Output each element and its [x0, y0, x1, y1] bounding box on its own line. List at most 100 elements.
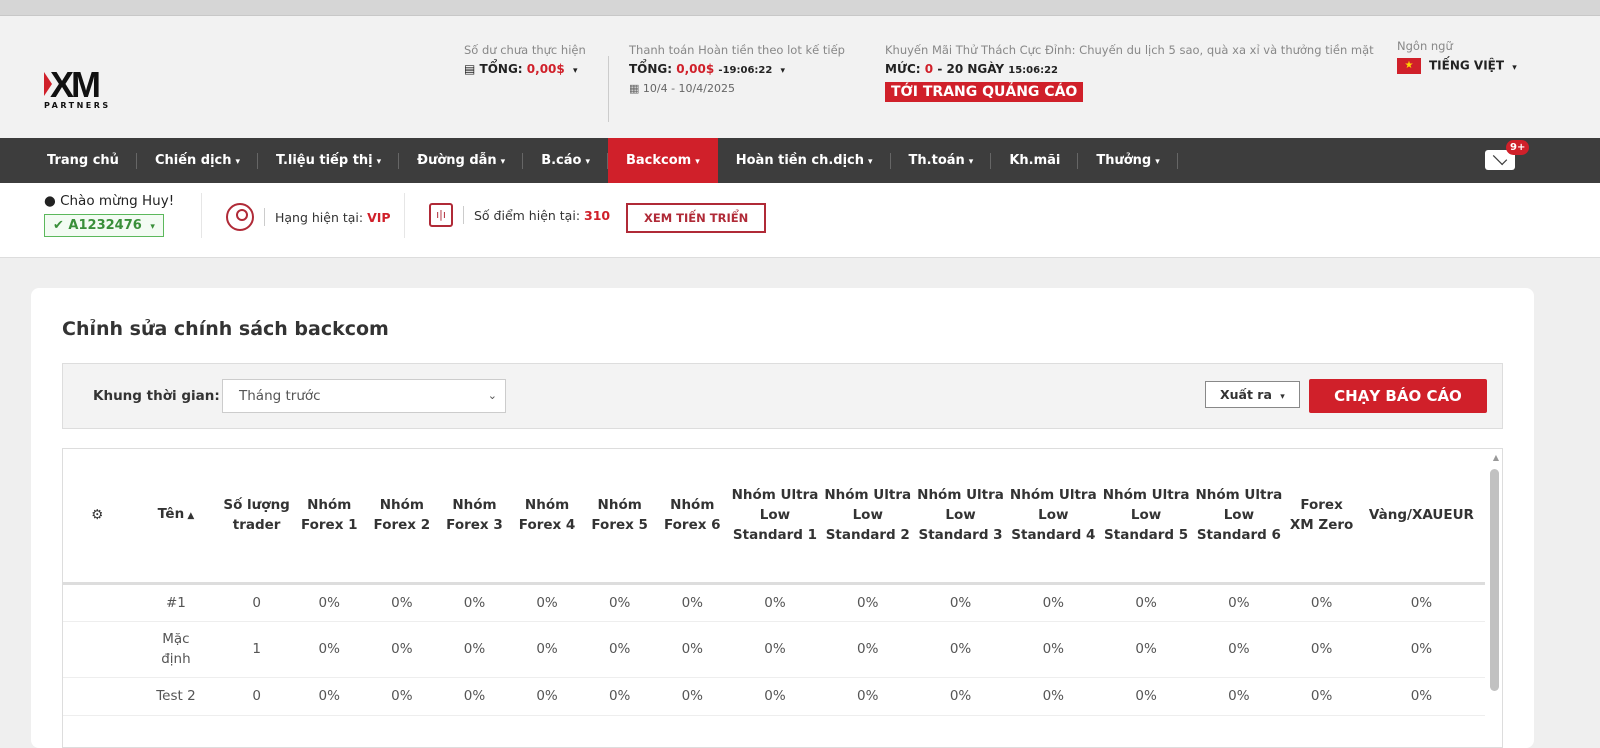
- table-cell: 0%: [914, 677, 1007, 716]
- nav-reports[interactable]: B.cáo ▾: [523, 138, 608, 183]
- table-cell: 0%: [583, 621, 656, 678]
- nav-home[interactable]: Trang chủ: [0, 138, 137, 183]
- time-frame-select[interactable]: Tháng trước ⌄: [222, 379, 506, 413]
- table-cell: 0%: [1285, 583, 1358, 622]
- column-header: Nhóm Forex 5: [583, 449, 656, 585]
- column-header: Forex XM Zero: [1285, 449, 1358, 585]
- table-cell: 0%: [1192, 677, 1286, 716]
- account-selector[interactable]: ✔ A1232476 ▾: [44, 214, 164, 237]
- rank-info: Hạng hiện tại: VIP: [226, 203, 391, 231]
- language-dropdown[interactable]: ★ TIẾNG VIỆT ▾: [1397, 58, 1517, 74]
- user-bar: ● Chào mừng Huy! ✔ A1232476 ▾ Hạng hiện …: [0, 183, 1600, 258]
- nav-campaigns[interactable]: Chiến dịch ▾: [137, 138, 259, 183]
- table-cell: 0%: [292, 677, 366, 716]
- vietnam-flag-icon: ★: [1397, 58, 1421, 74]
- chevron-down-icon: ▾: [585, 157, 590, 167]
- table-cell: 0%: [655, 677, 729, 716]
- table-cell: 0%: [510, 583, 584, 622]
- scroll-up-arrow[interactable]: ▲: [1493, 453, 1499, 462]
- chevron-down-icon: ▾: [376, 157, 382, 167]
- balance-dropdown[interactable]: ▤ TỔNG: 0,00$ ▾: [464, 62, 586, 76]
- nav-marketing[interactable]: T.liệu tiếp thị ▾: [258, 138, 400, 183]
- empty-cell: [63, 677, 132, 716]
- xm-partners-logo[interactable]: XM PARTNERS: [44, 67, 118, 110]
- table-cell: 0%: [365, 621, 439, 678]
- nav-rebates[interactable]: Hoàn tiền ch.dịch ▾: [718, 138, 891, 183]
- column-settings-gear-icon[interactable]: ⚙: [63, 449, 132, 585]
- table-cell: 0%: [1192, 583, 1286, 622]
- table-cell: 0%: [510, 621, 584, 678]
- table-cell: 0: [220, 677, 293, 716]
- nav-backcom[interactable]: Backcom ▾: [608, 138, 718, 183]
- divider: [608, 56, 609, 122]
- caret-down-icon: ▾: [780, 66, 786, 76]
- vertical-scrollbar[interactable]: [1490, 469, 1499, 691]
- check-circle-icon: ✔: [53, 218, 69, 233]
- divider: [404, 193, 405, 238]
- table-cell: 0%: [510, 677, 584, 716]
- chevron-down-icon: ▾: [500, 157, 506, 167]
- export-button[interactable]: Xuất ra ▾: [1205, 381, 1300, 408]
- content-card: Chỉnh sửa chính sách backcom Khung thời …: [31, 288, 1534, 748]
- view-progress-button[interactable]: XEM TIẾN TRIỂN: [626, 203, 767, 233]
- mail-badge: 9+: [1506, 140, 1530, 155]
- chevron-down-icon: ▾: [695, 157, 700, 167]
- profile-icon: [226, 203, 254, 231]
- page-title: Chỉnh sửa chính sách backcom: [62, 318, 389, 340]
- bar-chart-icon: ı|ı: [429, 203, 453, 227]
- table-cell: 0%: [1099, 583, 1193, 622]
- table-cell: 0%: [821, 677, 915, 716]
- column-header: Vàng/XAUEUR: [1357, 449, 1485, 585]
- sort-asc-icon[interactable]: ▲: [184, 511, 194, 521]
- column-header: Nhóm Ultra Low Standard 5: [1099, 449, 1193, 585]
- nav-payments[interactable]: Th.toán ▾: [891, 138, 992, 183]
- caret-down-icon: ▾: [572, 66, 578, 76]
- chevron-down-icon: ▾: [235, 157, 241, 167]
- table-cell: 0%: [914, 583, 1007, 622]
- chevron-down-icon: ▾: [968, 157, 974, 167]
- payout-dropdown[interactable]: TỔNG: 0,00$ -19:06:22 ▾: [629, 62, 845, 76]
- nav-promotions[interactable]: Kh.mãi: [991, 138, 1079, 183]
- column-header: Nhóm Forex 2: [365, 449, 439, 585]
- nav-links[interactable]: Đường dẫn ▾: [399, 138, 524, 183]
- table-cell: 0%: [583, 583, 656, 622]
- table-cell: 0%: [1192, 621, 1286, 678]
- payout-block: Thanh toán Hoàn tiền theo lot kế tiếp TỔ…: [629, 43, 845, 95]
- filter-bar: Khung thời gian: Tháng trước ⌄ Xuất ra ▾ …: [62, 363, 1503, 429]
- divider: [201, 193, 202, 238]
- table-cell: 0%: [1357, 677, 1485, 716]
- table-cell: 0%: [1006, 677, 1100, 716]
- column-header: Nhóm Ultra Low Standard 3: [914, 449, 1007, 585]
- column-header[interactable]: Tên ▲: [131, 449, 221, 585]
- empty-cell: [63, 583, 132, 622]
- balance-block: Số dư chưa thực hiện ▤ TỔNG: 0,00$ ▾: [464, 43, 586, 76]
- table-cell: 0%: [1357, 583, 1485, 622]
- nav-bonus[interactable]: Thưởng ▾: [1078, 138, 1179, 183]
- table-cell: 0%: [292, 621, 366, 678]
- table-row: Test 2 0 0% 0% 0% 0% 0% 0% 0% 0% 0% 0% 0% 0% 0% 0%: [63, 677, 1485, 716]
- table-cell: 0%: [292, 583, 366, 622]
- table-cell: 0%: [655, 621, 729, 678]
- main-nav: Trang chủ Chiến dịch ▾ T.liệu tiếp thị ▾ Đ…: [0, 138, 1600, 183]
- header: XM PARTNERS Số dư chưa thực hiện ▤ TỔNG:…: [0, 16, 1600, 138]
- table-cell: 0%: [1006, 583, 1100, 622]
- table-cell: 0%: [1285, 677, 1358, 716]
- table-cell: 0%: [438, 583, 511, 622]
- table-cell: 0%: [365, 677, 439, 716]
- user-icon: ●: [44, 193, 61, 209]
- table-cell: 0%: [728, 677, 822, 716]
- table-cell: 0%: [1099, 677, 1193, 716]
- table-cell: 0%: [1357, 621, 1485, 678]
- browser-strip: [0, 0, 1600, 16]
- table-cell: 0%: [438, 677, 511, 716]
- table-cell: 0%: [438, 621, 511, 678]
- column-header: Nhóm Ultra Low Standard 4: [1006, 449, 1100, 585]
- go-to-promo-button[interactable]: TỚI TRANG QUẢNG CÁO: [885, 82, 1084, 102]
- points-info: ı|ı Số điểm hiện tại: 310: [429, 203, 610, 227]
- run-report-button[interactable]: CHẠY BÁO CÁO: [1309, 379, 1487, 413]
- column-header: Nhóm Ultra Low Standard 2: [821, 449, 915, 585]
- promo-block: Khuyến Mãi Thử Thách Cực Đỉnh: Chuyến du…: [885, 43, 1374, 102]
- table-cell: 0%: [1285, 621, 1358, 678]
- empty-cell: [63, 621, 132, 678]
- backcom-table: ⚙ Tên ▲ Số lượng trader Nhóm Forex 1 Nhóm Fo…: [62, 448, 1503, 748]
